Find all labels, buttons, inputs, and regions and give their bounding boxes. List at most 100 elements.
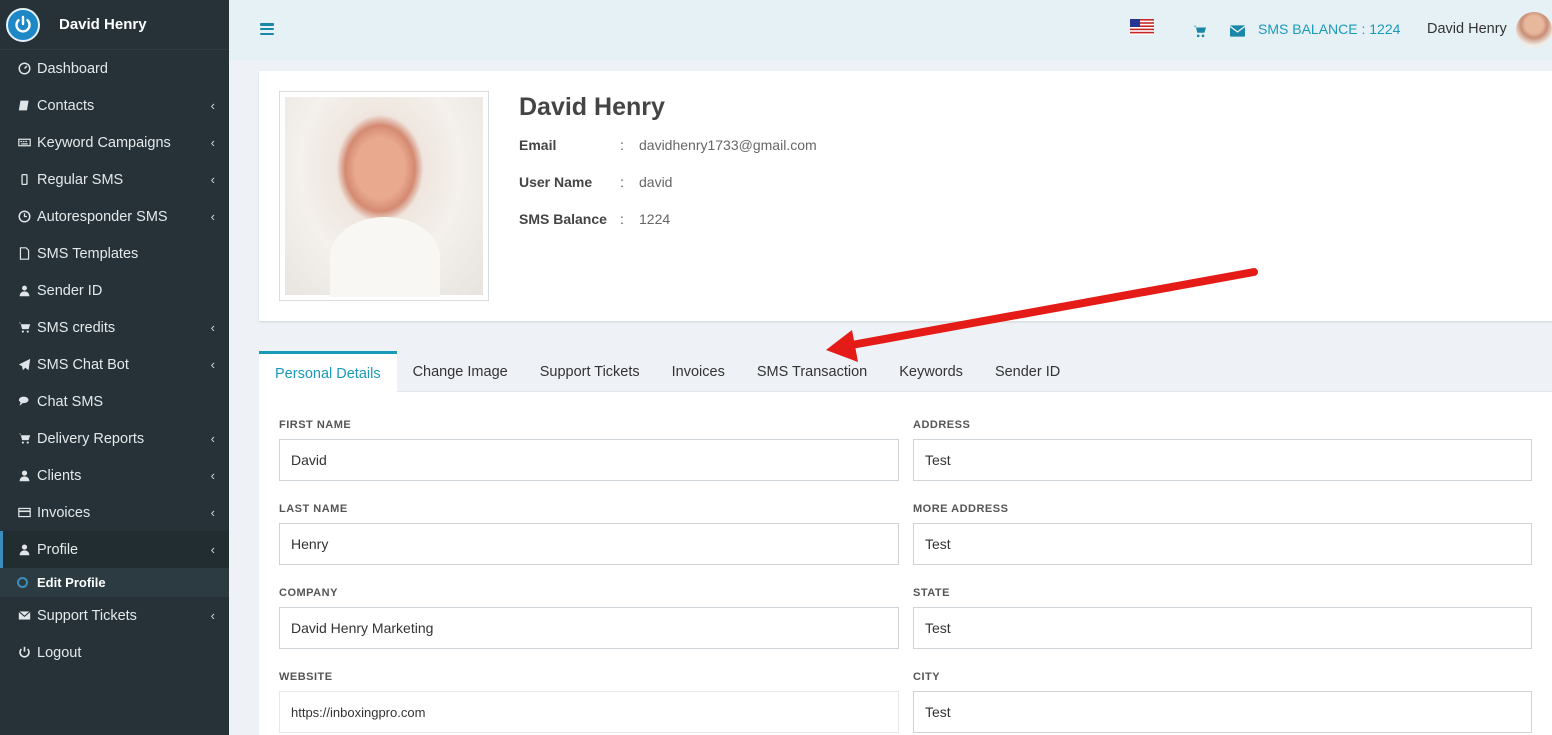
envelope-icon[interactable] xyxy=(1230,25,1245,37)
chevron-left-icon: ‹ xyxy=(210,98,215,113)
profile-username-row: User Name : david xyxy=(519,174,672,190)
address-label: ADDRESS xyxy=(913,419,971,431)
profile-email-row: Email : davidhenry1733@gmail.com xyxy=(519,137,817,153)
tab-keywords[interactable]: Keywords xyxy=(883,351,979,392)
chevron-left-icon: ‹ xyxy=(210,320,215,335)
sidebar-item-label: Regular SMS xyxy=(37,171,124,188)
mobile-icon xyxy=(17,173,31,187)
credit-card-icon xyxy=(17,506,31,520)
brand: David Henry xyxy=(0,0,229,50)
sidebar-item-profile[interactable]: Profile ‹ xyxy=(0,531,229,568)
first-name-label: FIRST NAME xyxy=(279,419,352,431)
hamburger-menu-icon[interactable] xyxy=(260,23,274,35)
profile-email-value: davidhenry1733@gmail.com xyxy=(639,137,817,153)
cart-icon xyxy=(17,432,31,446)
sidebar-item-contacts[interactable]: Contacts ‹ xyxy=(0,87,229,124)
last-name-field[interactable] xyxy=(279,523,899,565)
circle-icon xyxy=(17,577,28,588)
separator: : xyxy=(620,211,624,227)
state-field[interactable] xyxy=(913,607,1532,649)
more-address-label: MORE ADDRESS xyxy=(913,503,1009,515)
keyboard-icon xyxy=(17,136,31,150)
city-label: CITY xyxy=(913,671,941,683)
profile-sms-balance-row: SMS Balance : 1224 xyxy=(519,211,670,227)
sidebar-item-support-tickets[interactable]: Support Tickets ‹ xyxy=(0,597,229,634)
profile-sms-balance-label: SMS Balance xyxy=(519,211,607,227)
tab-sender-id[interactable]: Sender ID xyxy=(979,351,1076,392)
tab-sms-transaction[interactable]: SMS Transaction xyxy=(741,351,883,392)
chevron-left-icon: ‹ xyxy=(210,135,215,150)
sms-balance-link[interactable]: SMS BALANCE : 1224 xyxy=(1258,21,1400,37)
sidebar: David Henry Dashboard Contacts ‹ Keyword… xyxy=(0,0,229,735)
chevron-left-icon: ‹ xyxy=(210,357,215,372)
sidebar-item-label: SMS Chat Bot xyxy=(37,356,129,373)
chevron-left-icon: ‹ xyxy=(210,505,215,520)
address-field[interactable] xyxy=(913,439,1532,481)
sidebar-item-keyword-campaigns[interactable]: Keyword Campaigns ‹ xyxy=(0,124,229,161)
sidebar-item-dashboard[interactable]: Dashboard xyxy=(0,50,229,87)
sidebar-nav: Dashboard Contacts ‹ Keyword Campaigns ‹… xyxy=(0,50,229,671)
clock-icon xyxy=(17,210,31,224)
more-address-field[interactable] xyxy=(913,523,1532,565)
sidebar-item-invoices[interactable]: Invoices ‹ xyxy=(0,494,229,531)
separator: : xyxy=(620,174,624,190)
personal-details-form: FIRST NAME ADDRESS LAST NAME MORE ADDRES… xyxy=(259,392,1552,735)
first-name-field[interactable] xyxy=(279,439,899,481)
paper-plane-icon xyxy=(17,358,31,372)
sidebar-item-label: Clients xyxy=(37,467,82,484)
sidebar-item-regular-sms[interactable]: Regular SMS ‹ xyxy=(0,161,229,198)
sidebar-item-label: Invoices xyxy=(37,504,91,521)
tab-change-image[interactable]: Change Image xyxy=(397,351,524,392)
profile-sms-balance-value: 1224 xyxy=(639,211,671,227)
profile-name: David Henry xyxy=(519,93,665,121)
profile-photo xyxy=(279,91,489,301)
tab-invoices[interactable]: Invoices xyxy=(656,351,741,392)
power-logo-icon[interactable] xyxy=(6,7,40,42)
sidebar-item-label: SMS credits xyxy=(37,319,116,336)
sidebar-item-clients[interactable]: Clients ‹ xyxy=(0,457,229,494)
chevron-left-icon: ‹ xyxy=(210,608,215,623)
sidebar-item-label: Dashboard xyxy=(37,60,108,77)
website-field[interactable] xyxy=(279,691,899,733)
brand-name: David Henry xyxy=(59,16,147,33)
profile-username-label: User Name xyxy=(519,174,593,190)
sidebar-item-label: Chat SMS xyxy=(37,393,104,410)
sidebar-item-sms-credits[interactable]: SMS credits ‹ xyxy=(0,309,229,346)
tab-personal-details[interactable]: Personal Details xyxy=(259,351,397,393)
tab-support-tickets[interactable]: Support Tickets xyxy=(524,351,656,392)
chevron-left-icon: ‹ xyxy=(210,542,215,557)
user-icon xyxy=(17,469,31,483)
header-user-name[interactable]: David Henry xyxy=(1427,21,1507,37)
sidebar-item-label: Support Tickets xyxy=(37,607,137,624)
sidebar-item-label: Profile xyxy=(37,541,79,558)
book-icon xyxy=(17,99,31,113)
profile-card: David Henry Email : davidhenry1733@gmail… xyxy=(259,71,1552,321)
user-secret-icon xyxy=(17,284,31,298)
city-field[interactable] xyxy=(913,691,1532,733)
sidebar-subitem-label: Edit Profile xyxy=(37,575,106,590)
sidebar-item-chat-sms[interactable]: Chat SMS xyxy=(0,383,229,420)
sidebar-item-sms-templates[interactable]: SMS Templates xyxy=(0,235,229,272)
us-flag-icon[interactable] xyxy=(1130,19,1154,35)
sidebar-item-logout[interactable]: Logout xyxy=(0,634,229,671)
company-field[interactable] xyxy=(279,607,899,649)
comments-icon xyxy=(17,395,31,409)
sidebar-item-label: Sender ID xyxy=(37,282,103,299)
sidebar-subitem-edit-profile[interactable]: Edit Profile xyxy=(0,568,229,597)
sidebar-item-delivery-reports[interactable]: Delivery Reports ‹ xyxy=(0,420,229,457)
chevron-left-icon: ‹ xyxy=(210,431,215,446)
separator: : xyxy=(620,137,624,153)
sidebar-item-autoresponder-sms[interactable]: Autoresponder SMS ‹ xyxy=(0,198,229,235)
state-label: STATE xyxy=(913,587,950,599)
company-label: COMPANY xyxy=(279,587,338,599)
chevron-left-icon: ‹ xyxy=(210,468,215,483)
chevron-left-icon: ‹ xyxy=(210,209,215,224)
cart-icon[interactable] xyxy=(1192,24,1207,38)
profile-tabs: Personal Details Change Image Support Ti… xyxy=(259,351,1552,393)
top-header: SMS BALANCE : 1224 David Henry xyxy=(229,0,1552,60)
profile-username-value: david xyxy=(639,174,673,190)
sidebar-item-label: Logout xyxy=(37,644,82,661)
sidebar-item-sms-chat-bot[interactable]: SMS Chat Bot ‹ xyxy=(0,346,229,383)
sidebar-item-sender-id[interactable]: Sender ID xyxy=(0,272,229,309)
avatar[interactable] xyxy=(1516,12,1552,48)
